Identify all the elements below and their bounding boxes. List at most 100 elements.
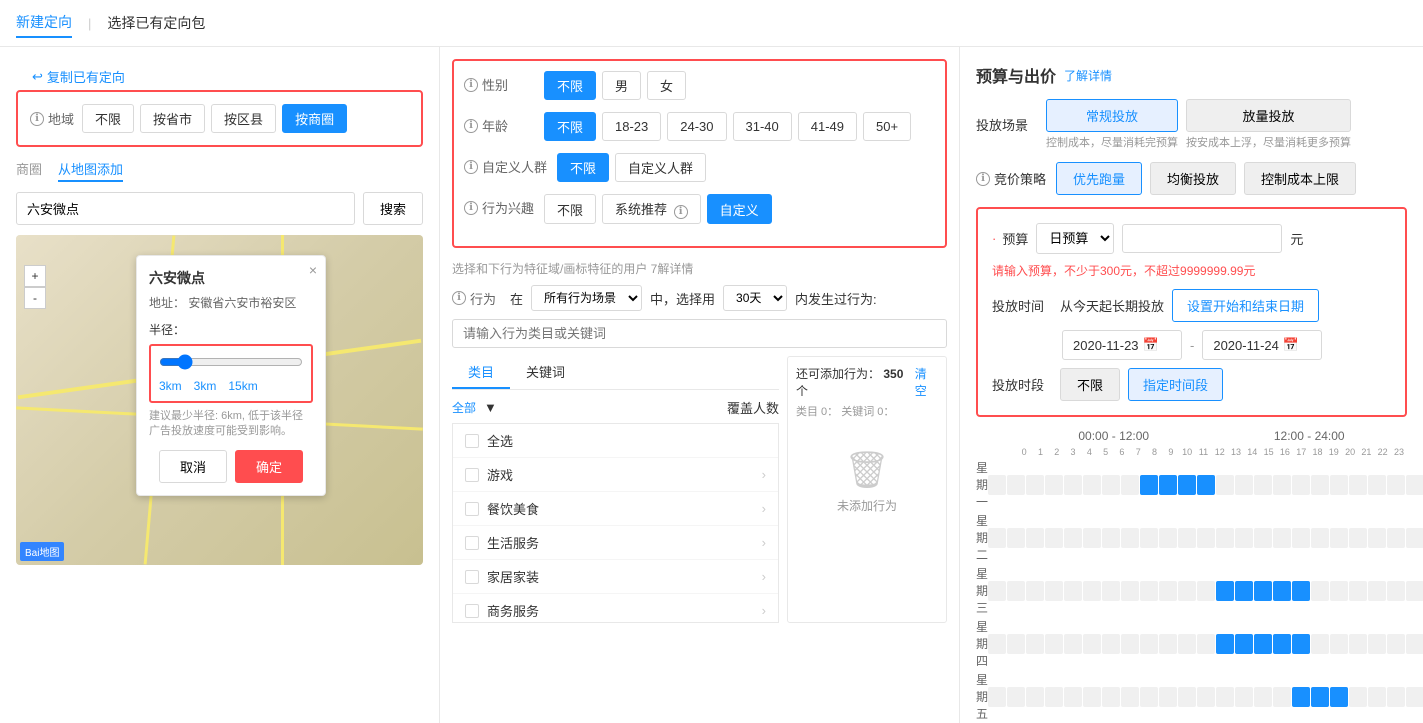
schedule-cell[interactable] [1311, 581, 1329, 601]
radius-15km[interactable]: 15km [228, 379, 257, 393]
behavior-system[interactable]: 系统推荐 ℹ [602, 194, 701, 224]
schedule-cell[interactable] [988, 687, 1006, 707]
age-31-40[interactable]: 31-40 [733, 112, 792, 141]
schedule-cell[interactable] [1349, 634, 1367, 654]
schedule-cell[interactable] [1254, 687, 1272, 707]
schedule-cell[interactable] [1045, 475, 1063, 495]
schedule-cell[interactable] [1292, 528, 1310, 548]
schedule-cell[interactable] [1007, 634, 1025, 654]
age-24-30[interactable]: 24-30 [667, 112, 726, 141]
schedule-cell[interactable] [1007, 528, 1025, 548]
clear-button[interactable]: 清空 [915, 365, 938, 399]
age-41-49[interactable]: 41-49 [798, 112, 857, 141]
behavior-info-icon[interactable]: ℹ [464, 201, 478, 215]
region-btn-circle[interactable]: 按商圈 [282, 104, 347, 133]
schedule-cell[interactable] [1007, 581, 1025, 601]
schedule-cell[interactable] [1159, 475, 1177, 495]
schedule-cell[interactable] [1159, 528, 1177, 548]
gender-info-icon[interactable]: ℹ [464, 78, 478, 92]
schedule-cell[interactable] [1121, 634, 1139, 654]
cat-tab-keyword[interactable]: 关键词 [510, 356, 581, 389]
tab-existing[interactable]: 选择已有定向包 [107, 9, 205, 37]
bid-control-btn[interactable]: 控制成本上限 [1244, 162, 1356, 195]
schedule-cell[interactable] [1292, 475, 1310, 495]
schedule-cell[interactable] [1387, 687, 1405, 707]
cat-checkbox-1[interactable] [465, 468, 479, 482]
region-btn-district[interactable]: 按区县 [211, 104, 276, 133]
cat-all-select[interactable]: 全部 [452, 399, 476, 416]
action-days-select[interactable]: 30天 [723, 285, 787, 311]
schedule-cell[interactable] [1330, 687, 1348, 707]
schedule-cell[interactable] [1102, 581, 1120, 601]
placement-standard-btn[interactable]: 常规投放 [1046, 99, 1178, 132]
list-item[interactable]: 商务服务 › [453, 594, 778, 623]
schedule-cell[interactable] [1045, 634, 1063, 654]
map-tab-circle[interactable]: 商圈 [16, 159, 42, 182]
crowd-unlimited[interactable]: 不限 [557, 153, 609, 182]
schedule-cell[interactable] [1406, 528, 1423, 548]
schedule-cell[interactable] [988, 634, 1006, 654]
schedule-cell[interactable] [1197, 528, 1215, 548]
schedule-cell[interactable] [1387, 634, 1405, 654]
schedule-cell[interactable] [1273, 634, 1291, 654]
timeslot-unlimited-btn[interactable]: 不限 [1060, 368, 1120, 401]
schedule-cell[interactable] [1254, 581, 1272, 601]
schedule-cell[interactable] [1121, 687, 1139, 707]
popup-close-icon[interactable]: × [309, 262, 317, 278]
schedule-cell[interactable] [1406, 634, 1423, 654]
bid-volume-btn[interactable]: 优先跑量 [1056, 162, 1142, 195]
schedule-cell[interactable] [1178, 634, 1196, 654]
schedule-cell[interactable] [1406, 581, 1423, 601]
map-tab-map[interactable]: 从地图添加 [58, 159, 123, 182]
schedule-cell[interactable] [1064, 528, 1082, 548]
region-btn-unlimited[interactable]: 不限 [82, 104, 134, 133]
schedule-cell[interactable] [1387, 475, 1405, 495]
action-info-icon[interactable]: ℹ [452, 291, 466, 305]
schedule-cell[interactable] [1140, 528, 1158, 548]
schedule-cell[interactable] [1121, 581, 1139, 601]
schedule-cell[interactable] [1368, 581, 1386, 601]
schedule-cell[interactable] [1406, 475, 1423, 495]
schedule-cell[interactable] [1197, 634, 1215, 654]
region-btn-province[interactable]: 按省市 [140, 104, 205, 133]
behavior-unlimited[interactable]: 不限 [544, 194, 596, 224]
list-item[interactable]: 餐饮美食 › [453, 492, 778, 526]
schedule-cell[interactable] [1045, 581, 1063, 601]
age-unlimited[interactable]: 不限 [544, 112, 596, 141]
list-item[interactable]: 生活服务 › [453, 526, 778, 560]
schedule-cell[interactable] [1216, 581, 1234, 601]
age-info-icon[interactable]: ℹ [464, 119, 478, 133]
schedule-cell[interactable] [1159, 687, 1177, 707]
schedule-cell[interactable] [1026, 528, 1044, 548]
bid-balanced-btn[interactable]: 均衡投放 [1150, 162, 1236, 195]
budget-learn-link[interactable]: 了解详情 [1064, 67, 1112, 84]
schedule-cell[interactable] [1140, 634, 1158, 654]
schedule-cell[interactable] [1216, 475, 1234, 495]
cat-checkbox-4[interactable] [465, 570, 479, 584]
schedule-cell[interactable] [1330, 528, 1348, 548]
schedule-cell[interactable] [1045, 528, 1063, 548]
schedule-cell[interactable] [1311, 475, 1329, 495]
set-date-button[interactable]: 设置开始和结束日期 [1172, 289, 1319, 322]
gender-male[interactable]: 男 [602, 71, 641, 100]
schedule-cell[interactable] [1292, 634, 1310, 654]
radius-3km-1[interactable]: 3km [159, 379, 182, 393]
search-input[interactable] [16, 192, 355, 225]
crowd-custom[interactable]: 自定义人群 [615, 153, 706, 182]
schedule-cell[interactable] [1330, 581, 1348, 601]
keyword-input[interactable] [452, 319, 947, 348]
list-item[interactable]: 家居家装 › [453, 560, 778, 594]
schedule-cell[interactable] [1102, 634, 1120, 654]
schedule-cell[interactable] [1216, 687, 1234, 707]
cat-checkbox-2[interactable] [465, 502, 479, 516]
timeslot-set-btn[interactable]: 指定时间段 [1128, 368, 1223, 401]
popup-cancel-button[interactable]: 取消 [159, 450, 227, 483]
schedule-cell[interactable] [1368, 528, 1386, 548]
schedule-cell[interactable] [1368, 475, 1386, 495]
cat-checkbox-3[interactable] [465, 536, 479, 550]
end-date-input[interactable]: 2020-11-24 📅 [1202, 330, 1322, 360]
schedule-cell[interactable] [1197, 581, 1215, 601]
schedule-cell[interactable] [1159, 634, 1177, 654]
schedule-cell[interactable] [1216, 528, 1234, 548]
schedule-cell[interactable] [1045, 687, 1063, 707]
